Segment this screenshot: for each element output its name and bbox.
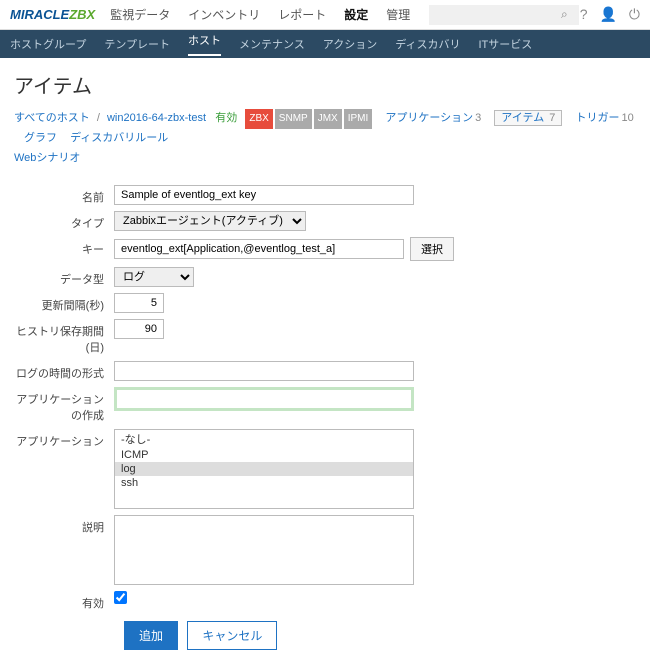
label-apps: アプリケーション xyxy=(14,429,114,449)
logtime-input[interactable] xyxy=(114,361,414,381)
subnav-discovery[interactable]: ディスカバリ xyxy=(395,36,460,52)
label-datatype: データ型 xyxy=(14,267,114,287)
add-button[interactable]: 追加 xyxy=(124,621,178,650)
label-desc: 説明 xyxy=(14,515,114,535)
label-history: ヒストリ保存期間(日) xyxy=(14,319,114,355)
newapp-input[interactable] xyxy=(114,387,414,411)
datatype-select[interactable]: ログ xyxy=(114,267,194,287)
subnav-maintenance[interactable]: メンテナンス xyxy=(239,36,305,52)
tab-triggers[interactable]: トリガー xyxy=(575,112,619,124)
item-form: 名前 タイプ Zabbixエージェント(アクティブ) キー 選択 データ型 ログ… xyxy=(0,175,650,670)
tab-graphs[interactable]: グラフ xyxy=(24,132,57,144)
badge-ipmi: IPMI xyxy=(344,109,373,129)
label-logtime: ログの時間の形式 xyxy=(14,361,114,381)
label-enabled: 有効 xyxy=(14,591,114,611)
host-status: 有効 xyxy=(215,112,237,124)
desc-textarea[interactable] xyxy=(114,515,414,585)
tab-web-scenarios[interactable]: Webシナリオ xyxy=(14,152,80,164)
search-input[interactable] xyxy=(429,5,579,25)
tab-discovery-rules[interactable]: ディスカバリルール xyxy=(70,132,168,144)
topmenu-configuration[interactable]: 設定 xyxy=(344,6,368,23)
label-type: タイプ xyxy=(14,211,114,231)
apps-option-none[interactable]: -なし- xyxy=(115,430,413,448)
badge-snmp: SNMP xyxy=(275,109,312,129)
crumb-host[interactable]: win2016-64-zbx-test xyxy=(107,112,206,124)
topmenu-reports[interactable]: レポート xyxy=(278,6,326,23)
topmenu-monitoring[interactable]: 監視データ xyxy=(110,6,170,23)
crumb-all-hosts[interactable]: すべてのホスト xyxy=(14,112,90,124)
type-select[interactable]: Zabbixエージェント(アクティブ) xyxy=(114,211,306,231)
logo-part1: MIRACLE xyxy=(10,7,69,22)
subnav-actions[interactable]: アクション xyxy=(323,36,377,52)
apps-option-icmp[interactable]: ICMP xyxy=(115,448,413,462)
top-menu: 監視データ インベントリ レポート 設定 管理 xyxy=(110,6,410,23)
label-newapp: アプリケーションの作成 xyxy=(14,387,114,423)
logo: MIRACLE ZBX xyxy=(10,7,95,22)
apps-multiselect[interactable]: -なし- ICMP log ssh xyxy=(114,429,414,509)
apps-option-ssh[interactable]: ssh xyxy=(115,476,413,490)
name-input[interactable] xyxy=(114,185,414,205)
badge-zbx: ZBX xyxy=(245,109,272,129)
subnav-hostgroups[interactable]: ホストグループ xyxy=(10,36,86,52)
apps-option-log[interactable]: log xyxy=(115,462,413,476)
logout-icon[interactable]: ⏻ xyxy=(629,6,640,23)
interval-input[interactable] xyxy=(114,293,164,313)
sub-nav: ホストグループ テンプレート ホスト メンテナンス アクション ディスカバリ I… xyxy=(0,30,650,58)
tab-applications[interactable]: アプリケーション xyxy=(385,112,473,124)
badge-jmx: JMX xyxy=(314,109,342,129)
label-interval: 更新間隔(秒) xyxy=(14,293,114,313)
history-input[interactable] xyxy=(114,319,164,339)
page-title: アイテム xyxy=(0,58,650,109)
subnav-templates[interactable]: テンプレート xyxy=(104,36,170,52)
logo-part2: ZBX xyxy=(69,7,95,22)
subnav-hosts[interactable]: ホスト xyxy=(188,32,221,56)
tab-items: アイテム 7 xyxy=(494,110,562,126)
breadcrumb: すべてのホスト / win2016-64-zbx-test 有効 ZBXSNMP… xyxy=(0,109,650,175)
search-icon[interactable]: ⌕ xyxy=(561,7,568,22)
user-icon[interactable]: 👤 xyxy=(599,6,616,23)
subnav-itservices[interactable]: ITサービス xyxy=(478,36,532,52)
topmenu-administration[interactable]: 管理 xyxy=(386,6,410,23)
key-select-button[interactable]: 選択 xyxy=(410,237,454,261)
key-input[interactable] xyxy=(114,239,404,259)
help-icon[interactable]: ? xyxy=(580,6,588,23)
enabled-checkbox[interactable] xyxy=(114,591,127,604)
label-key: キー xyxy=(14,237,114,257)
cancel-button[interactable]: キャンセル xyxy=(187,621,277,650)
label-name: 名前 xyxy=(14,185,114,205)
topmenu-inventory[interactable]: インベントリ xyxy=(188,6,260,23)
